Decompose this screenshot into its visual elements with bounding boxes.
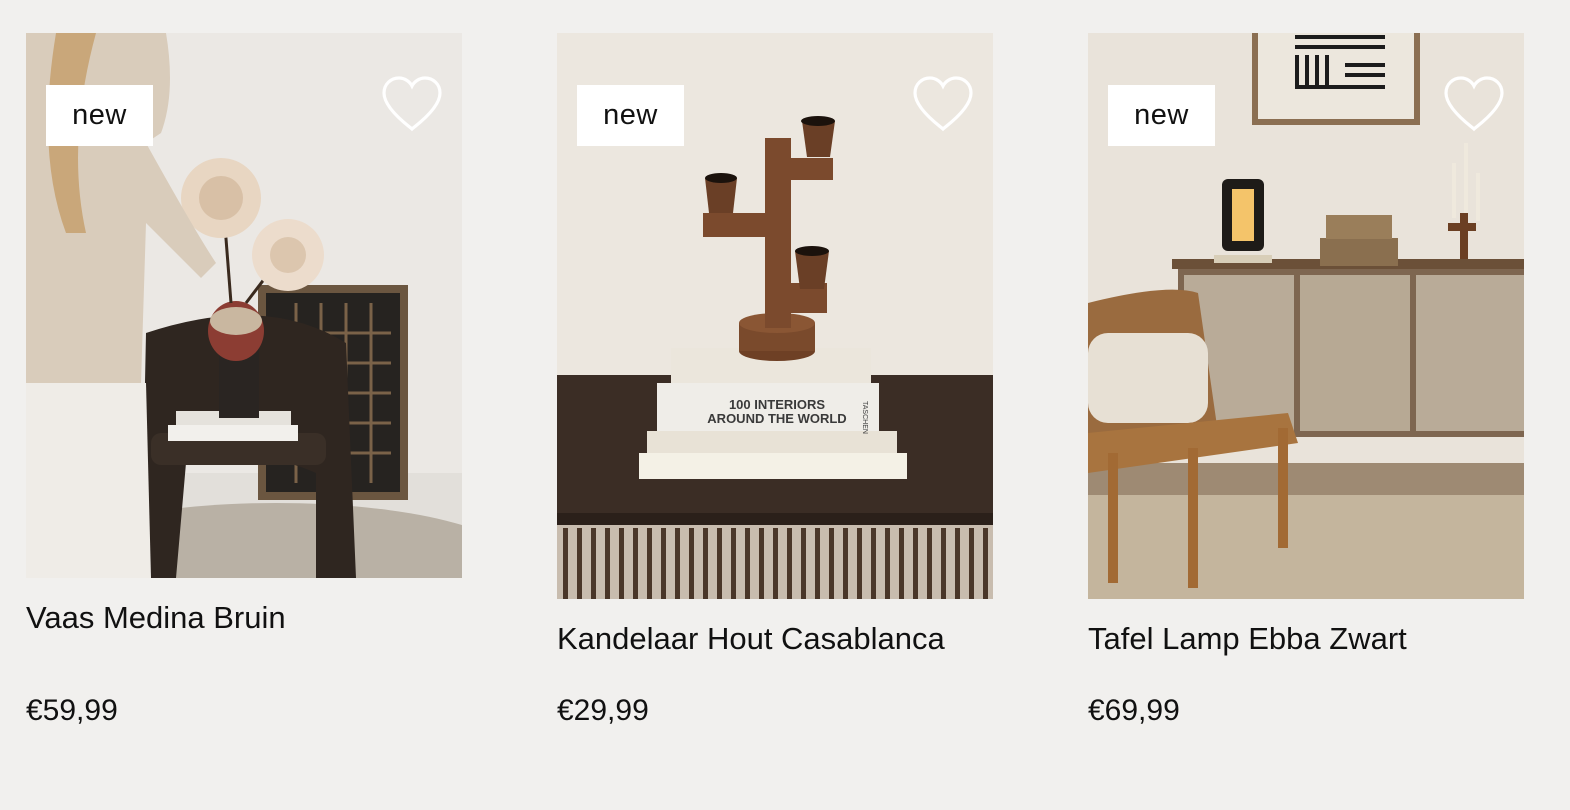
heart-outline-icon[interactable] (380, 75, 444, 133)
product-image[interactable]: new (1088, 33, 1524, 599)
heart-outline-icon[interactable] (1442, 75, 1506, 133)
product-title[interactable]: Vaas Medina Bruin (26, 600, 462, 636)
new-badge: new (577, 85, 684, 146)
new-badge: new (46, 85, 153, 146)
product-card[interactable]: new Tafel Lamp Ebba Zwart €69,99 (1088, 33, 1524, 727)
product-title[interactable]: Tafel Lamp Ebba Zwart (1088, 621, 1524, 657)
product-card[interactable]: 100 INTERIORS AROUND THE WORLD TASCHEN n… (557, 33, 993, 727)
product-image[interactable]: new (26, 33, 462, 578)
product-card[interactable]: new Vaas Medina Bruin €59,99 (26, 33, 462, 727)
product-grid: new Vaas Medina Bruin €59,99 100 INTERIO… (0, 0, 1570, 810)
book-spine-line2: AROUND THE WORLD (707, 411, 846, 426)
product-price: €69,99 (1088, 694, 1180, 727)
book-publisher: TASCHEN (861, 401, 868, 434)
product-price: €59,99 (26, 694, 118, 727)
product-image[interactable]: 100 INTERIORS AROUND THE WORLD TASCHEN n… (557, 33, 993, 599)
new-badge: new (1108, 85, 1215, 146)
heart-outline-icon[interactable] (911, 75, 975, 133)
product-price: €29,99 (557, 694, 649, 727)
product-title[interactable]: Kandelaar Hout Casablanca (557, 621, 993, 657)
book-spine-line1: 100 INTERIORS (729, 397, 825, 412)
